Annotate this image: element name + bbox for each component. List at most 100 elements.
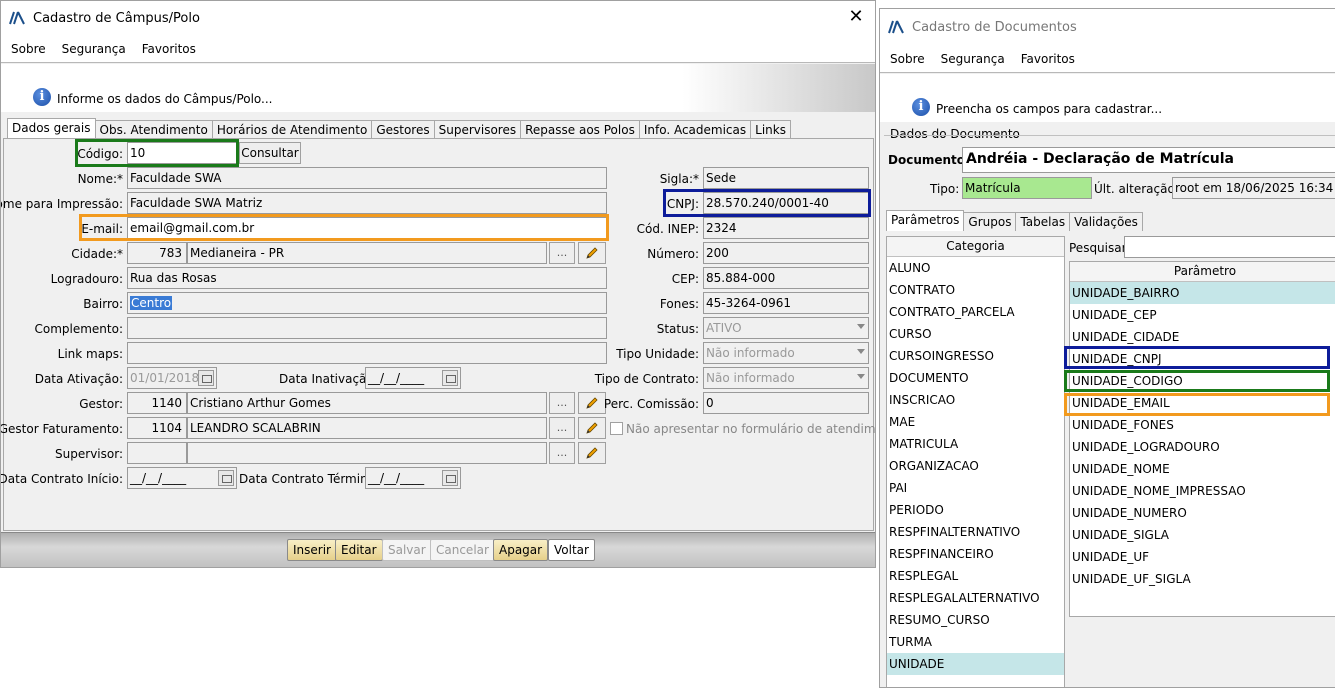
pesquisar-input[interactable] — [1124, 236, 1335, 258]
parametro-item[interactable]: UNIDADE_UF — [1070, 546, 1335, 568]
categoria-item[interactable]: UNIDADE — [887, 653, 1064, 675]
tab-dados-gerais[interactable]: Dados gerais — [7, 118, 96, 139]
calendar-icon[interactable] — [218, 470, 234, 486]
tipo-field[interactable]: Matrícula — [962, 177, 1092, 199]
voltar-button[interactable]: Voltar — [548, 539, 595, 561]
categoria-item[interactable]: INSCRICAO — [887, 389, 1064, 411]
codigo-field[interactable]: 10 — [127, 142, 237, 164]
logradouro-field[interactable]: Rua das Rosas — [127, 267, 607, 289]
categoria-item[interactable]: CONTRATO_PARCELA — [887, 301, 1064, 323]
link-maps-field[interactable] — [127, 342, 607, 364]
tab-tabelas[interactable]: Tabelas — [1015, 212, 1071, 231]
categoria-item[interactable]: RESPLEGALALTERNATIVO — [887, 587, 1064, 609]
menu-favoritos[interactable]: Favoritos — [1021, 52, 1075, 66]
parametro-item[interactable]: UNIDADE_NOME_IMPRESSAO — [1070, 480, 1335, 502]
tab-validacoes[interactable]: Validações — [1069, 212, 1143, 231]
calendar-icon[interactable] — [442, 470, 458, 486]
parametro-item[interactable]: UNIDADE_CIDADE — [1070, 326, 1335, 348]
salvar-button[interactable]: Salvar — [382, 539, 432, 561]
categoria-item[interactable]: PERIODO — [887, 499, 1064, 521]
tab-gestores[interactable]: Gestores — [371, 120, 435, 139]
categoria-item[interactable]: CONTRATO — [887, 279, 1064, 301]
cidade-code-field[interactable]: 783 — [127, 242, 187, 264]
parametro-item[interactable]: UNIDADE_NOME — [1070, 458, 1335, 480]
parametro-item[interactable]: UNIDADE_UF_SIGLA — [1070, 568, 1335, 590]
categoria-item[interactable]: DOCUMENTO — [887, 367, 1064, 389]
supervisor-name-field[interactable] — [187, 442, 547, 464]
categoria-item[interactable]: RESPFINALTERNATIVO — [887, 521, 1064, 543]
parametro-item[interactable]: UNIDADE_SIGLA — [1070, 524, 1335, 546]
parametro-item[interactable]: UNIDADE_EMAIL — [1070, 392, 1335, 414]
nome-field[interactable]: Faculdade SWA — [127, 167, 607, 189]
tab-grupos[interactable]: Grupos — [963, 212, 1017, 231]
close-icon[interactable]: ✕ — [847, 8, 865, 26]
parametro-item[interactable]: UNIDADE_NUMERO — [1070, 502, 1335, 524]
title-bar[interactable]: Cadastro de Câmpus/Polo ✕ — [1, 1, 875, 35]
fones-field[interactable]: 45-3264-0961 — [703, 292, 869, 314]
categoria-item[interactable]: MAE — [887, 411, 1064, 433]
calendar-icon[interactable] — [442, 370, 458, 386]
cnpj-field[interactable]: 28.570.240/0001-40 — [703, 192, 869, 214]
consultar-button[interactable]: Consultar — [239, 142, 301, 164]
categoria-item[interactable]: MATRICULA — [887, 433, 1064, 455]
menu-seguranca[interactable]: Segurança — [62, 42, 126, 56]
cidade-edit-icon[interactable] — [578, 242, 606, 264]
cancelar-button[interactable]: Cancelar — [430, 539, 495, 561]
parametro-item[interactable]: UNIDADE_BAIRRO — [1070, 282, 1335, 304]
email-field[interactable]: email@gmail.com.br — [127, 217, 607, 239]
categoria-item[interactable]: ORGANIZACAO — [887, 455, 1064, 477]
cep-field[interactable]: 85.884-000 — [703, 267, 869, 289]
data-ativacao-field[interactable]: 01/01/2018 — [127, 367, 217, 389]
complemento-field[interactable] — [127, 317, 607, 339]
tab-parametros[interactable]: Parâmetros — [886, 210, 965, 231]
categoria-item[interactable]: PAI — [887, 477, 1064, 499]
categoria-item[interactable]: TURMA — [887, 631, 1064, 653]
categoria-item[interactable]: RESPLEGAL — [887, 565, 1064, 587]
menu-favoritos[interactable]: Favoritos — [142, 42, 196, 56]
supervisor-search-button[interactable]: ... — [549, 442, 575, 464]
gestor-fat-edit-icon[interactable] — [578, 417, 606, 439]
tab-obs-atendimento[interactable]: Obs. Atendimento — [94, 120, 213, 139]
menu-sobre[interactable]: Sobre — [890, 52, 925, 66]
menu-sobre[interactable]: Sobre — [11, 42, 46, 56]
data-inativacao-field[interactable]: __/__/____ — [365, 367, 461, 389]
parametro-item[interactable]: UNIDADE_CNPJ — [1070, 348, 1335, 370]
calendar-icon[interactable] — [198, 370, 214, 386]
tab-horarios[interactable]: Horários de Atendimento — [211, 120, 373, 139]
cod-inep-field[interactable]: 2324 — [703, 217, 869, 239]
parametro-item[interactable]: UNIDADE_CODIGO — [1070, 370, 1335, 392]
apagar-button[interactable]: Apagar — [493, 539, 549, 561]
tab-supervisores[interactable]: Supervisores — [433, 120, 522, 139]
bairro-field[interactable]: Centro — [127, 292, 607, 314]
gestor-code-field[interactable]: 1140 — [127, 392, 187, 414]
gestor-name-field[interactable]: Cristiano Arthur Gomes — [187, 392, 547, 414]
supervisor-edit-icon[interactable] — [578, 442, 606, 464]
parametro-item[interactable]: UNIDADE_LOGRADOURO — [1070, 436, 1335, 458]
cidade-name-field[interactable]: Medianeira - PR — [187, 242, 547, 264]
gestor-fat-code-field[interactable]: 1104 — [127, 417, 187, 439]
supervisor-code-field[interactable] — [127, 442, 187, 464]
tipo-unidade-select[interactable]: Não informado — [703, 342, 869, 364]
categoria-item[interactable]: RESUMO_CURSO — [887, 609, 1064, 631]
tab-repasse[interactable]: Repasse aos Polos — [520, 120, 640, 139]
menu-seguranca[interactable]: Segurança — [941, 52, 1005, 66]
cidade-search-button[interactable]: ... — [549, 242, 575, 264]
categoria-item[interactable]: ALUNO — [887, 257, 1064, 279]
sigla-field[interactable]: Sede — [703, 167, 869, 189]
categoria-item[interactable]: RESPFINANCEIRO — [887, 543, 1064, 565]
documento-field[interactable]: Andréia - Declaração de Matrícula — [962, 147, 1335, 173]
data-contrato-inicio-field[interactable]: __/__/____ — [127, 467, 237, 489]
gestor-fat-name-field[interactable]: LEANDRO SCALABRIN — [187, 417, 547, 439]
categoria-item[interactable]: CURSOINGRESSO — [887, 345, 1064, 367]
categoria-item[interactable]: CURSO — [887, 323, 1064, 345]
nome-impressao-field[interactable]: Faculdade SWA Matriz — [127, 192, 607, 214]
nao-apresentar-checkbox[interactable] — [610, 422, 623, 435]
gestor-fat-search-button[interactable]: ... — [549, 417, 575, 439]
gestor-edit-icon[interactable] — [578, 392, 606, 414]
tipo-contrato-select[interactable]: Não informado — [703, 367, 869, 389]
gestor-search-button[interactable]: ... — [549, 392, 575, 414]
tab-links[interactable]: Links — [750, 120, 791, 139]
parametro-item[interactable]: UNIDADE_FONES — [1070, 414, 1335, 436]
status-select[interactable]: ATIVO — [703, 317, 869, 339]
data-contrato-termino-field[interactable]: __/__/____ — [365, 467, 461, 489]
